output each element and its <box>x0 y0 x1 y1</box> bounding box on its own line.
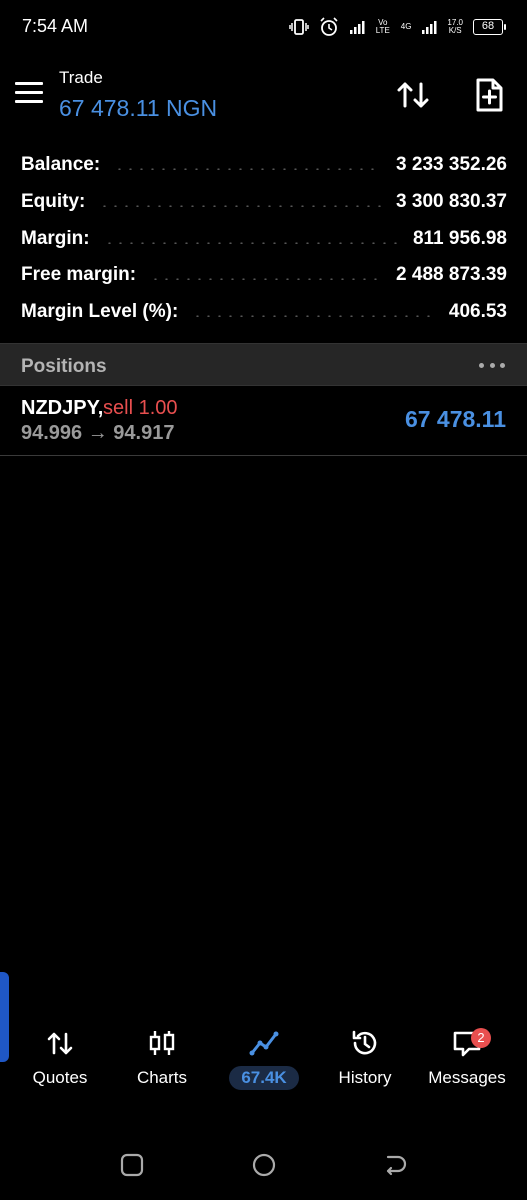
position-profit: 67 478.11 <box>404 406 506 432</box>
messages-badge: 2 <box>471 1028 491 1048</box>
status-time: 7:54 AM <box>22 16 89 36</box>
history-icon <box>352 1030 377 1055</box>
free-margin-label: Free margin: <box>21 264 137 285</box>
balance-label: Balance: <box>21 154 101 175</box>
current-price: 94.917 <box>113 422 175 444</box>
network-speed: 17.0 K/S <box>447 19 463 35</box>
open-price: 94.996 <box>21 422 83 444</box>
status-icons: Vo LTE 4G 17.0 K/S 68 <box>289 16 506 38</box>
arrow-icon: → <box>87 422 108 444</box>
nav-trade-label: 67.4K <box>229 1066 299 1090</box>
nav-charts-label: Charts <box>136 1068 188 1087</box>
position-row[interactable]: NZDJPY, sell 1.00 94.996 → 94.917 67 478… <box>0 386 527 456</box>
page-title: Trade <box>59 68 103 87</box>
sort-icon[interactable] <box>394 76 432 114</box>
nav-history[interactable]: History <box>315 1028 415 1098</box>
margin-label: Margin: <box>21 228 90 249</box>
dot-leader <box>150 278 383 280</box>
back-icon[interactable] <box>382 1152 408 1178</box>
alarm-icon <box>320 17 338 36</box>
free-margin-row: Free margin: 2 488 873.39 <box>21 260 507 290</box>
vibrate-icon <box>289 19 309 35</box>
more-options-icon[interactable] <box>479 356 505 374</box>
network-type: Vo LTE <box>375 18 390 35</box>
menu-icon[interactable] <box>15 82 43 104</box>
trade-line-icon <box>249 1031 279 1056</box>
equity-value: 3 300 830.37 <box>396 191 507 212</box>
home-icon[interactable] <box>251 1152 277 1178</box>
dot-leader <box>103 242 399 244</box>
position-side: sell 1.00 <box>103 397 178 419</box>
nav-history-label: History <box>338 1068 392 1087</box>
balance-row: Balance: 3 233 352.26 <box>21 150 507 180</box>
equity-label: Equity: <box>21 191 86 212</box>
new-order-icon[interactable] <box>470 76 508 114</box>
position-symbol: NZDJPY, <box>21 397 104 419</box>
nav-messages[interactable]: Messages <box>417 1028 517 1098</box>
margin-level-row: Margin Level (%): 406.53 <box>21 297 507 327</box>
nav-quotes[interactable]: Quotes <box>10 1028 110 1098</box>
position-prices: 94.996 → 94.917 <box>21 422 174 445</box>
header-balance: 67 478.11 NGN <box>59 95 218 121</box>
speed-unit: K/S <box>448 26 462 35</box>
edge-panel-handle[interactable] <box>0 972 9 1062</box>
battery-indicator: 68 <box>473 19 506 35</box>
recent-apps-icon[interactable] <box>119 1152 145 1178</box>
network-gen: 4G <box>400 22 412 31</box>
equity-row: Equity: 3 300 830.37 <box>21 187 507 217</box>
nav-charts[interactable]: Charts <box>112 1028 212 1098</box>
margin-row: Margin: 811 956.98 <box>21 224 507 254</box>
signal-icon <box>349 21 365 34</box>
free-margin-value: 2 488 873.39 <box>396 264 507 285</box>
candlestick-icon <box>149 1031 175 1055</box>
nav-quotes-label: Quotes <box>32 1068 88 1087</box>
margin-level-value: 406.53 <box>448 301 507 322</box>
nav-trade[interactable]: 67.4K <box>214 1028 314 1098</box>
positions-title: Positions <box>21 356 107 377</box>
nav-messages-label: Messages <box>428 1068 506 1087</box>
dot-leader <box>114 168 383 170</box>
positions-header: Positions <box>0 343 527 386</box>
margin-level-label: Margin Level (%): <box>21 301 179 322</box>
dot-leader <box>192 315 435 317</box>
balance-value: 3 233 352.26 <box>396 154 507 175</box>
signal-icon-2 <box>422 21 437 34</box>
quotes-icon <box>47 1032 73 1055</box>
margin-value: 811 956.98 <box>412 228 507 249</box>
dot-leader <box>99 205 383 207</box>
